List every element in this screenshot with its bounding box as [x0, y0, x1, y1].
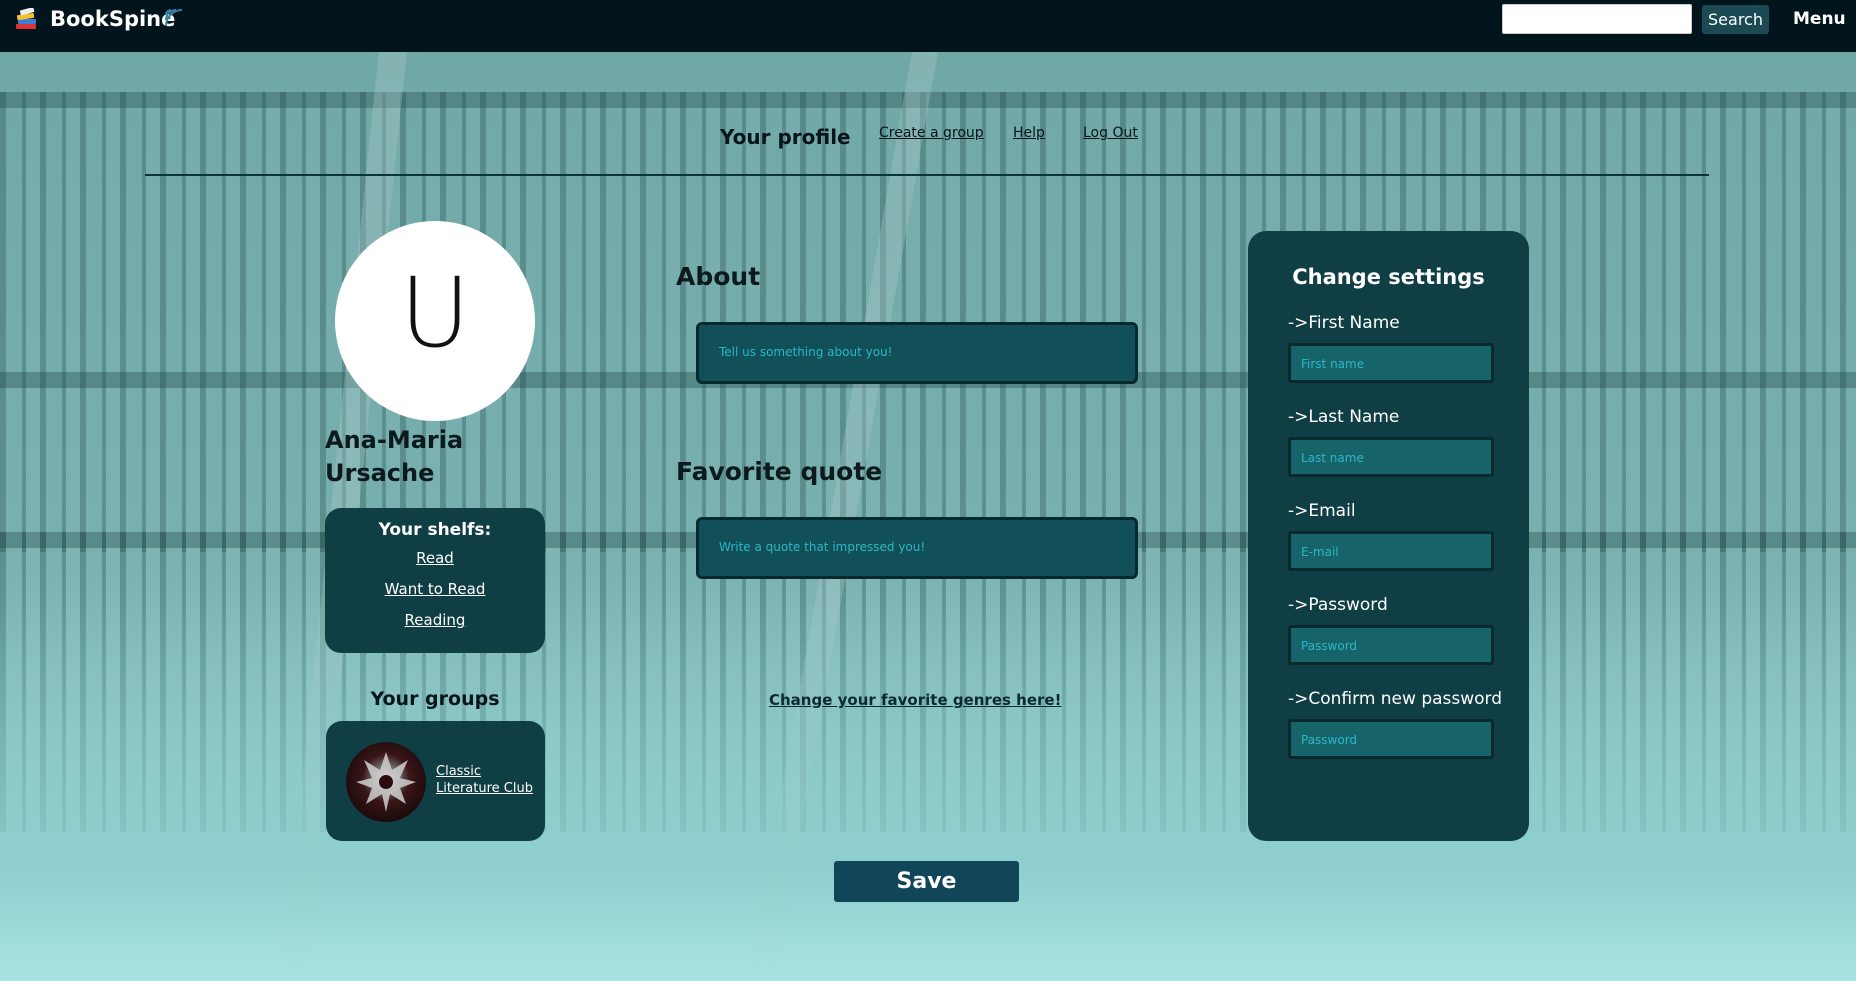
group-link-classic-literature-club[interactable]: Classic Literature Club: [436, 763, 536, 797]
about-heading: About: [676, 262, 761, 291]
nav-create-group[interactable]: Create a group: [879, 125, 984, 141]
user-name: Ana-Maria Ursache: [325, 426, 464, 487]
first-name-placeholder: First name: [1301, 357, 1365, 371]
change-genres-link[interactable]: Change your favorite genres here!: [769, 691, 1061, 709]
favorite-quote-textarea[interactable]: Write a quote that impressed you!: [696, 517, 1138, 579]
avatar[interactable]: U: [335, 221, 535, 421]
avatar-letter: U: [399, 257, 471, 369]
quote-placeholder: Write a quote that impressed you!: [719, 540, 926, 554]
books-logo-icon[interactable]: [14, 7, 40, 32]
nav-help[interactable]: Help: [1013, 125, 1045, 141]
top-navigation-bar: BookSpine Search Menu: [0, 0, 1856, 52]
last-name-field[interactable]: Last name: [1288, 437, 1494, 477]
about-placeholder: Tell us something about you!: [719, 345, 893, 359]
confirm-password-label: ->Confirm new password: [1288, 689, 1503, 709]
search-input[interactable]: [1502, 4, 1692, 34]
email-label: ->Email: [1288, 501, 1356, 521]
confirm-password-placeholder: Password: [1301, 733, 1358, 747]
search-button[interactable]: Search: [1702, 5, 1769, 34]
confirm-password-field[interactable]: Password: [1288, 719, 1494, 759]
email-placeholder: E-mail: [1301, 545, 1339, 559]
email-field[interactable]: E-mail: [1288, 531, 1494, 571]
about-textarea[interactable]: Tell us something about you!: [696, 322, 1138, 384]
shelf-link-reading[interactable]: Reading: [325, 611, 545, 629]
groups-title: Your groups: [370, 688, 500, 710]
menu-button[interactable]: Menu: [1793, 9, 1846, 29]
nav-your-profile[interactable]: Your profile: [720, 125, 851, 149]
last-name-label: ->Last Name: [1288, 407, 1400, 427]
password-field[interactable]: Password: [1288, 625, 1494, 665]
shelf-link-want-to-read[interactable]: Want to Read: [325, 580, 545, 598]
first-name-field[interactable]: First name: [1288, 343, 1494, 383]
brand-name[interactable]: BookSpine: [50, 7, 175, 31]
shelves-panel: Your shelfs: Read Want to Read Reading: [325, 508, 545, 653]
favorite-quote-heading: Favorite quote: [676, 457, 883, 486]
rss-feed-icon[interactable]: [162, 6, 186, 34]
password-placeholder: Password: [1301, 639, 1358, 653]
settings-title: Change settings: [1292, 265, 1485, 289]
group-image[interactable]: [346, 742, 426, 822]
settings-panel: Change settings ->First Name First name …: [1248, 231, 1529, 841]
last-name-placeholder: Last name: [1301, 451, 1364, 465]
nav-log-out[interactable]: Log Out: [1083, 125, 1138, 141]
divider: [145, 174, 1709, 176]
password-label: ->Password: [1288, 595, 1388, 615]
save-button[interactable]: Save: [834, 861, 1019, 902]
shelves-title: Your shelfs:: [378, 520, 492, 540]
shelf-link-read[interactable]: Read: [325, 549, 545, 567]
first-name-label: ->First Name: [1288, 313, 1400, 333]
groups-panel: Classic Literature Club: [326, 721, 545, 841]
